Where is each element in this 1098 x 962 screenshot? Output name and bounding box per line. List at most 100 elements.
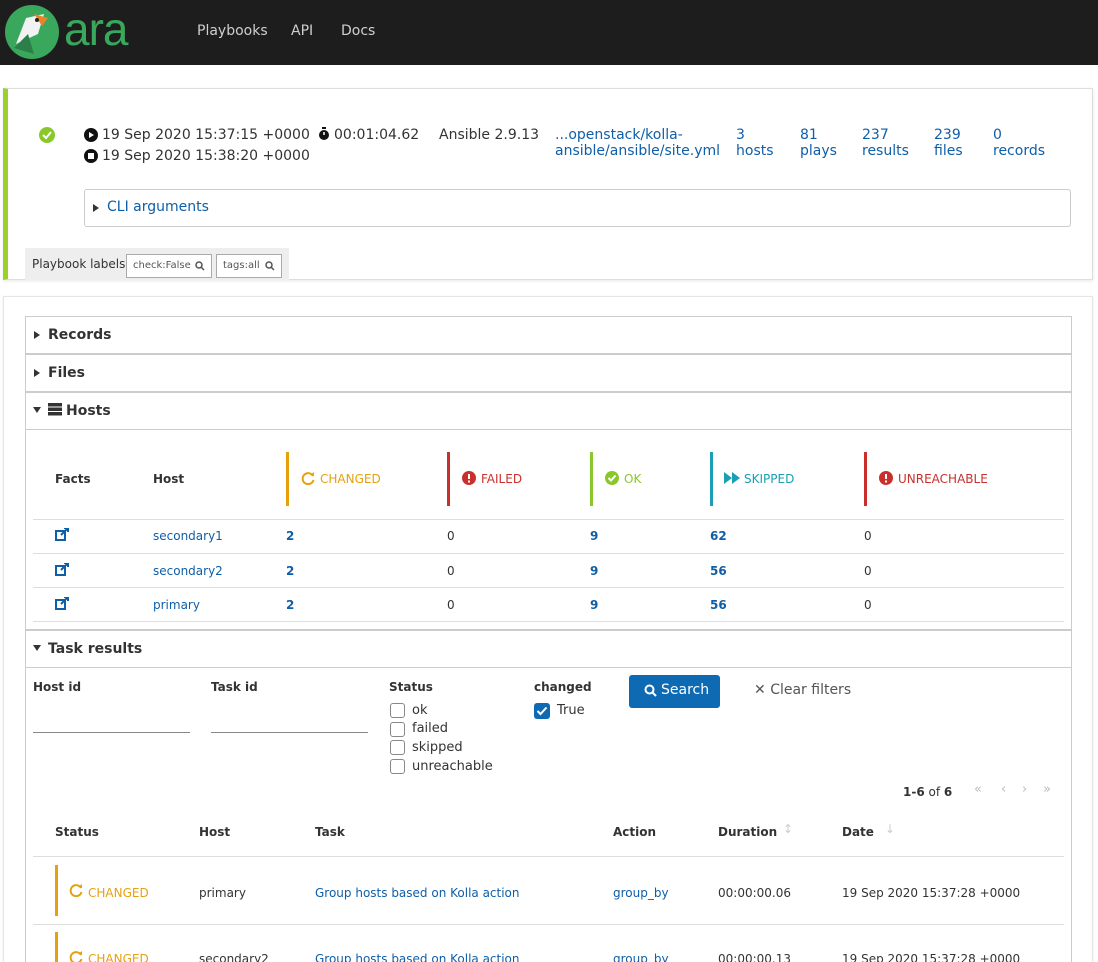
col-date[interactable]: Date bbox=[842, 825, 874, 839]
host-link[interactable]: secondary1 bbox=[153, 529, 223, 543]
section-files[interactable]: Files bbox=[25, 354, 1072, 392]
changed-true-label: True bbox=[557, 703, 585, 718]
playbook-path-line2: ansible/ansible/site.yml bbox=[555, 143, 721, 159]
label-tag-check[interactable]: check:False bbox=[126, 254, 212, 278]
playbook-path-link[interactable]: ...openstack/kolla-ansible/ansible/site.… bbox=[555, 127, 720, 159]
result-task-link[interactable]: Group hosts based on Kolla action bbox=[315, 952, 520, 962]
sort-icon[interactable]: ↓ bbox=[885, 822, 895, 836]
results-count-link[interactable]: 237 results bbox=[862, 127, 909, 159]
section-task-results-title: Task results bbox=[48, 641, 143, 657]
refresh-icon bbox=[69, 951, 83, 962]
records-word: records bbox=[993, 143, 1046, 159]
next-page-icon[interactable]: › bbox=[1022, 782, 1027, 797]
host-link[interactable]: secondary2 bbox=[153, 564, 223, 578]
clear-filters-button[interactable]: ✕ Clear filters bbox=[754, 682, 851, 698]
brand-name[interactable]: ara bbox=[64, 2, 128, 56]
host-id-input[interactable] bbox=[33, 703, 190, 733]
first-page-icon[interactable]: « bbox=[974, 782, 982, 797]
play-icon bbox=[84, 128, 98, 142]
status-failed-label: failed bbox=[412, 721, 449, 736]
label-tag-tags[interactable]: tags:all bbox=[216, 254, 282, 278]
result-action-link[interactable]: group_by bbox=[613, 886, 669, 900]
expand-arrow-icon bbox=[93, 204, 99, 212]
changed-count[interactable]: 2 bbox=[286, 564, 294, 578]
close-icon: ✕ bbox=[754, 682, 766, 698]
col-host[interactable]: Host bbox=[153, 472, 184, 486]
section-files-title: Files bbox=[48, 365, 85, 381]
status-ok-icon bbox=[39, 127, 55, 143]
result-duration: 00:00:00.13 bbox=[718, 952, 791, 962]
status-ok-checkbox[interactable] bbox=[390, 703, 405, 718]
unreachable-count: 0 bbox=[864, 529, 872, 543]
task-id-input[interactable] bbox=[211, 703, 368, 733]
divider bbox=[33, 553, 1064, 554]
col-ok[interactable]: OK bbox=[624, 472, 641, 486]
search-icon bbox=[195, 261, 205, 271]
col-unreachable[interactable]: UNREACHABLE bbox=[898, 472, 988, 486]
search-button[interactable]: Search bbox=[629, 675, 720, 708]
section-records[interactable]: Records bbox=[25, 316, 1072, 354]
plays-count-link[interactable]: 81 plays bbox=[800, 127, 837, 159]
result-task-link[interactable]: Group hosts based on Kolla action bbox=[315, 886, 520, 900]
unreachable-count: 0 bbox=[864, 564, 872, 578]
changed-count[interactable]: 2 bbox=[286, 598, 294, 612]
previous-page-icon[interactable]: ‹ bbox=[1001, 782, 1006, 797]
col-failed[interactable]: FAILED bbox=[481, 472, 522, 486]
pagination-total: 6 bbox=[943, 785, 953, 799]
host-id-label: Host id bbox=[33, 680, 82, 694]
expand-arrow-icon bbox=[34, 369, 40, 377]
result-status-link[interactable]: CHANGED bbox=[88, 952, 149, 962]
sort-icon[interactable]: ↕ bbox=[783, 822, 793, 836]
ansible-version: Ansible 2.9.13 bbox=[439, 127, 540, 143]
status-unreachable-label: unreachable bbox=[412, 759, 493, 774]
status-failed-checkbox[interactable] bbox=[390, 722, 405, 737]
records-count: 0 bbox=[993, 127, 1002, 143]
external-link-icon[interactable] bbox=[55, 563, 69, 576]
section-task-results-header[interactable]: Task results bbox=[26, 631, 1071, 668]
nav-playbooks[interactable]: Playbooks bbox=[197, 23, 268, 39]
nav-docs[interactable]: Docs bbox=[341, 23, 375, 39]
pagination-of: of bbox=[928, 785, 941, 799]
section-hosts-header[interactable]: Hosts bbox=[26, 393, 1071, 430]
files-count-link[interactable]: 239 files bbox=[934, 127, 963, 159]
ara-logo-icon[interactable] bbox=[4, 4, 60, 60]
search-icon bbox=[644, 684, 657, 697]
refresh-icon bbox=[301, 472, 315, 485]
cli-arguments-toggle[interactable]: CLI arguments bbox=[84, 189, 1071, 227]
col-changed[interactable]: CHANGED bbox=[320, 472, 381, 486]
host-link[interactable]: primary bbox=[153, 598, 200, 612]
section-records-title: Records bbox=[48, 327, 112, 343]
result-status-link[interactable]: CHANGED bbox=[88, 886, 149, 900]
external-link-icon[interactable] bbox=[55, 528, 69, 541]
result-host: secondary2 bbox=[199, 952, 269, 962]
divider bbox=[33, 519, 1064, 520]
ok-count[interactable]: 9 bbox=[590, 598, 598, 612]
changed-true-checkbox[interactable] bbox=[534, 703, 550, 719]
skipped-count[interactable]: 62 bbox=[710, 529, 727, 543]
skipped-count[interactable]: 56 bbox=[710, 598, 727, 612]
nav-api[interactable]: API bbox=[291, 23, 313, 39]
status-ok-label: ok bbox=[412, 703, 428, 718]
col-duration[interactable]: Duration bbox=[718, 825, 777, 839]
changed-filter-label: changed bbox=[534, 680, 592, 694]
changed-bar bbox=[55, 865, 58, 916]
search-button-label: Search bbox=[661, 682, 710, 698]
changed-count[interactable]: 2 bbox=[286, 529, 294, 543]
ok-count[interactable]: 9 bbox=[590, 564, 598, 578]
external-link-icon[interactable] bbox=[55, 597, 69, 610]
ok-count[interactable]: 9 bbox=[590, 529, 598, 543]
hosts-count-link[interactable]: 3 hosts bbox=[736, 127, 774, 159]
col-result-host: Host bbox=[199, 825, 231, 839]
last-page-icon[interactable]: » bbox=[1043, 782, 1051, 797]
status-unreachable-checkbox[interactable] bbox=[390, 759, 405, 774]
collapse-arrow-icon bbox=[33, 407, 41, 413]
records-count-link[interactable]: 0 records bbox=[993, 127, 1045, 159]
divider bbox=[33, 587, 1064, 588]
status-skipped-checkbox[interactable] bbox=[390, 740, 405, 755]
col-skipped[interactable]: SKIPPED bbox=[744, 472, 794, 486]
skipped-count[interactable]: 56 bbox=[710, 564, 727, 578]
stopwatch-icon bbox=[319, 127, 329, 140]
result-action-link[interactable]: group_by bbox=[613, 952, 669, 962]
ok-bar bbox=[590, 452, 593, 506]
failed-count: 0 bbox=[447, 598, 455, 612]
